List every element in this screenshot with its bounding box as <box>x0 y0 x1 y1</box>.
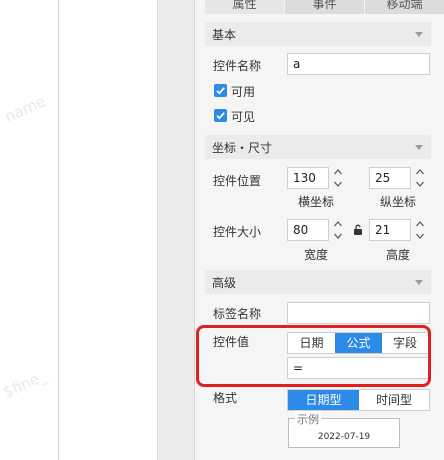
y-stepper[interactable] <box>414 167 426 189</box>
position-label: 控件位置 <box>213 174 262 188</box>
format-example-box: 示例 2022-07-19 <box>288 411 400 448</box>
section-coords-header[interactable]: 坐标・尺寸 <box>205 135 431 159</box>
chevron-down-icon[interactable] <box>333 179 343 189</box>
tab-events[interactable]: 事件 <box>285 0 365 14</box>
height-stepper[interactable] <box>414 219 426 241</box>
chevron-up-icon[interactable] <box>333 219 343 229</box>
canvas-divider <box>58 0 59 460</box>
section-advanced-header[interactable]: 高级 <box>205 270 431 294</box>
size-label: 控件大小 <box>213 225 262 239</box>
chevron-down-icon[interactable] <box>415 145 423 150</box>
example-legend: 示例 <box>295 411 321 427</box>
tag-name-input[interactable] <box>287 302 430 324</box>
name-label: 控件名称 <box>213 59 262 73</box>
x-stepper[interactable] <box>332 167 344 189</box>
section-title: 坐标・尺寸 <box>212 141 273 155</box>
tag-name-label: 标签名称 <box>213 307 262 321</box>
format-time-option[interactable]: 时间型 <box>359 390 429 410</box>
example-value: 2022-07-19 <box>317 432 371 442</box>
enabled-checkbox[interactable] <box>214 84 227 97</box>
tab-label: 移动端 <box>386 0 423 11</box>
section-title: 高级 <box>212 276 237 290</box>
section-basic-header[interactable]: 基本 <box>205 22 431 46</box>
chevron-up-icon[interactable] <box>333 167 343 177</box>
tab-mobile[interactable]: 移动端 <box>365 0 444 14</box>
chevron-down-icon[interactable] <box>415 179 425 189</box>
chevron-down-icon[interactable] <box>333 231 343 241</box>
chevron-down-icon[interactable] <box>415 32 423 37</box>
format-type-selector[interactable]: 日期型 时间型 <box>287 389 430 411</box>
tab-properties[interactable]: 属性 <box>205 0 285 14</box>
highlight-box <box>196 325 431 387</box>
name-input[interactable]: a <box>287 53 430 75</box>
check-icon <box>216 87 225 95</box>
height-input[interactable]: 21 <box>369 219 411 241</box>
visible-label: 可见 <box>231 110 256 124</box>
chevron-down-icon[interactable] <box>415 231 425 241</box>
watermark-text: $fine_ <box>0 366 49 402</box>
watermark-text: name <box>2 92 49 126</box>
panel-tabs: 属性 事件 移动端 <box>205 0 444 14</box>
width-caption: 宽度 <box>303 248 328 262</box>
unlock-icon[interactable] <box>353 224 363 236</box>
x-input[interactable]: 130 <box>287 167 329 189</box>
y-input[interactable]: 25 <box>369 167 411 189</box>
format-date-option[interactable]: 日期型 <box>288 390 359 410</box>
check-icon <box>216 112 225 120</box>
chevron-up-icon[interactable] <box>415 219 425 229</box>
height-caption: 高度 <box>385 248 410 262</box>
enabled-label: 可用 <box>231 85 256 99</box>
y-caption: 纵坐标 <box>379 195 416 209</box>
canvas-margin <box>157 0 194 460</box>
format-label: 格式 <box>213 391 238 405</box>
section-title: 基本 <box>212 28 237 42</box>
chevron-up-icon[interactable] <box>415 167 425 177</box>
x-caption: 横坐标 <box>297 195 334 209</box>
visible-checkbox[interactable] <box>214 109 227 122</box>
width-stepper[interactable] <box>332 219 344 241</box>
chevron-down-icon[interactable] <box>415 280 423 285</box>
properties-panel: 属性 事件 移动端 基本 控件名称 a 可用 可见 坐标・尺寸 控件位置 130… <box>194 0 444 460</box>
width-input[interactable]: 80 <box>287 219 329 241</box>
tab-label: 属性 <box>232 0 257 11</box>
tab-label: 事件 <box>312 0 337 11</box>
